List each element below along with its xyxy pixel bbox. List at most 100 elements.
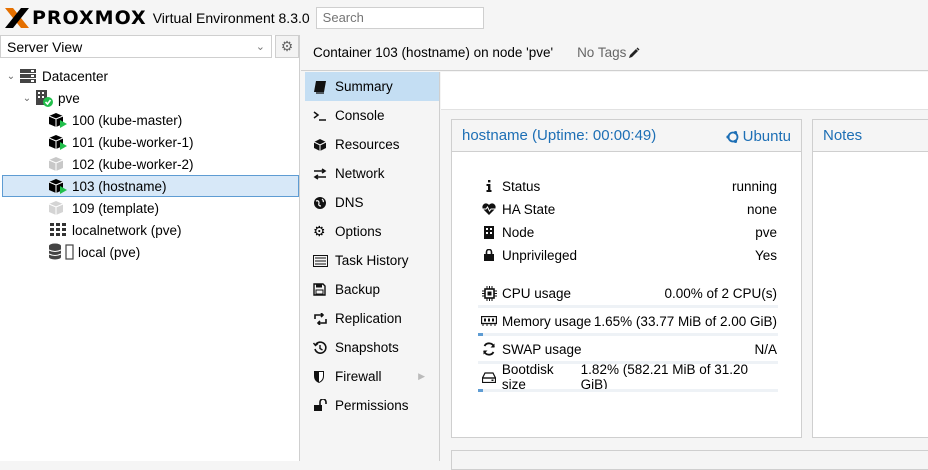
menu-item-replication[interactable]: Replication — [305, 304, 439, 333]
ubuntu-icon — [726, 130, 739, 143]
notes-panel: Notes — [812, 119, 928, 438]
tree-item-container-102[interactable]: 102 (kube-worker-2) — [48, 153, 288, 175]
submenu-arrow-icon[interactable]: ▶ — [418, 371, 425, 382]
menu-item-label: Resources — [335, 137, 400, 152]
container-running-icon — [48, 111, 68, 129]
tree-item-pve[interactable]: ⌄ pve — [20, 87, 294, 109]
container-running-icon — [48, 133, 68, 151]
os-label: Ubuntu — [726, 128, 791, 145]
retweet-icon — [313, 312, 335, 325]
node-value: pve — [755, 224, 777, 240]
menu-item-label: Permissions — [335, 398, 409, 413]
tree-item-container-109[interactable]: 109 (template) — [48, 197, 288, 219]
expand-icon[interactable]: ⌄ — [4, 71, 18, 82]
memory-usage-label: Memory usage — [502, 313, 592, 329]
tree-item-datacenter[interactable]: ⌄ Datacenter — [4, 65, 294, 87]
status-panel-header: hostname (Uptime: 00:00:49) Ubuntu — [452, 120, 801, 152]
menu-item-firewall[interactable]: Firewall ▶ — [305, 362, 439, 391]
menu-item-label: Task History — [335, 253, 409, 268]
cpu-usage-label: CPU usage — [502, 285, 572, 301]
graphs-panel — [451, 450, 928, 470]
tree-item-label: 100 (kube-master) — [72, 112, 183, 128]
floppy-icon — [313, 283, 335, 296]
summary-content: hostname (Uptime: 00:00:49) Ubuntu Statu… — [441, 72, 928, 470]
menu-item-label: Snapshots — [335, 340, 399, 355]
sdn-zone-icon — [48, 221, 68, 239]
menu-item-label: Options — [335, 224, 382, 239]
storage-icon — [48, 243, 74, 261]
view-selector-value: Server View — [7, 38, 83, 55]
unlock-icon — [313, 399, 335, 412]
cpu-usage-row: CPU usage 0.00% of 2 CPU(s) — [480, 283, 777, 303]
menu-item-backup[interactable]: Backup — [305, 275, 439, 304]
bootdisk-usage-bar — [478, 389, 778, 392]
bootdisk-usage-fill — [478, 389, 484, 392]
page-title: Container 103 (hostname) on node 'pve' — [313, 45, 554, 60]
node-row: Node pve — [480, 222, 777, 242]
expand-icon[interactable]: ⌄ — [20, 93, 34, 104]
chevron-down-icon: ⌄ — [255, 41, 265, 53]
notes-panel-header[interactable]: Notes — [813, 120, 928, 152]
menu-item-dns[interactable]: DNS — [305, 188, 439, 217]
status-panel-title: hostname (Uptime: 00:00:49) — [462, 127, 657, 144]
tree-item-label: localnetwork (pve) — [72, 222, 182, 238]
ha-state-value: none — [746, 201, 777, 217]
book-icon — [313, 80, 335, 94]
tree-item-localnetwork[interactable]: localnetwork (pve) — [48, 219, 288, 241]
menu-item-label: Console — [335, 108, 385, 123]
logo-text: PROXMOX — [32, 6, 147, 29]
status-panel: hostname (Uptime: 00:00:49) Ubuntu Statu… — [451, 119, 802, 438]
memory-usage-row: Memory usage 1.65% (33.77 MiB of 2.00 Gi… — [480, 311, 777, 331]
list-icon — [313, 254, 335, 267]
swap-usage-value: N/A — [754, 341, 777, 357]
gear-icon[interactable]: ⚙ — [275, 35, 299, 58]
menu-item-network[interactable]: Network — [305, 159, 439, 188]
proxmox-logo[interactable]: PROXMOX — [0, 7, 147, 29]
view-selector[interactable]: Server View ⌄ — [0, 35, 272, 58]
menu-item-label: Summary — [335, 79, 393, 94]
menu-item-task-history[interactable]: Task History — [305, 246, 439, 275]
tree-item-container-101[interactable]: 101 (kube-worker-1) — [48, 131, 288, 153]
pencil-icon[interactable] — [628, 47, 640, 59]
tree-item-label: local (pve) — [78, 244, 141, 260]
container-stopped-icon — [48, 155, 68, 173]
memory-usage-bar — [478, 333, 778, 336]
menu-item-label: Backup — [335, 282, 381, 297]
search-input[interactable] — [315, 6, 484, 29]
tree-item-label: pve — [58, 90, 80, 106]
menu-item-label: DNS — [335, 195, 364, 210]
memory-usage-value: 1.65% (33.77 MiB of 2.00 GiB) — [593, 313, 777, 329]
unprivileged-label: Unprivileged — [502, 247, 578, 263]
status-value: running — [731, 178, 777, 194]
content-header: Container 103 (hostname) on node 'pve' N… — [301, 35, 928, 71]
building-icon — [480, 225, 498, 239]
tree-item-container-103[interactable]: 103 (hostname) — [2, 175, 299, 197]
tags-area[interactable]: No Tags — [577, 45, 640, 60]
datacenter-icon — [18, 67, 38, 85]
tree-item-label: 109 (template) — [72, 200, 160, 216]
os-name: Ubuntu — [742, 128, 791, 145]
menu-item-snapshots[interactable]: Snapshots — [305, 333, 439, 362]
menu-item-summary[interactable]: Summary — [305, 72, 439, 101]
tree-item-container-100[interactable]: 100 (kube-master) — [48, 109, 288, 131]
refresh-icon — [480, 342, 498, 356]
memory-icon — [480, 316, 498, 326]
container-menu: Summary Console Resources Network DNS ⚙ … — [305, 72, 440, 461]
unprivileged-row: Unprivileged Yes — [480, 245, 777, 265]
container-template-icon — [48, 199, 68, 217]
notes-panel-title: Notes — [823, 127, 863, 144]
menu-item-resources[interactable]: Resources — [305, 130, 439, 159]
gear-icon: ⚙ — [313, 223, 326, 239]
node-label: Node — [502, 224, 535, 240]
bootdisk-size-row: Bootdisk size 1.82% (582.21 MiB of 31.20… — [480, 362, 777, 392]
history-icon — [313, 340, 335, 355]
menu-item-console[interactable]: Console — [305, 101, 439, 130]
menu-item-options[interactable]: ⚙ Options — [305, 217, 439, 246]
status-row: Status running — [480, 176, 777, 196]
exchange-icon — [313, 167, 335, 180]
tree-item-label: 102 (kube-worker-2) — [72, 156, 194, 172]
tree-item-storage-local[interactable]: local (pve) — [48, 241, 288, 263]
menu-item-permissions[interactable]: Permissions — [305, 391, 439, 420]
bootdisk-size-value: 1.82% (582.21 MiB of 31.20 GiB) — [580, 362, 749, 392]
bootdisk-size-label: Bootdisk size — [501, 362, 554, 392]
